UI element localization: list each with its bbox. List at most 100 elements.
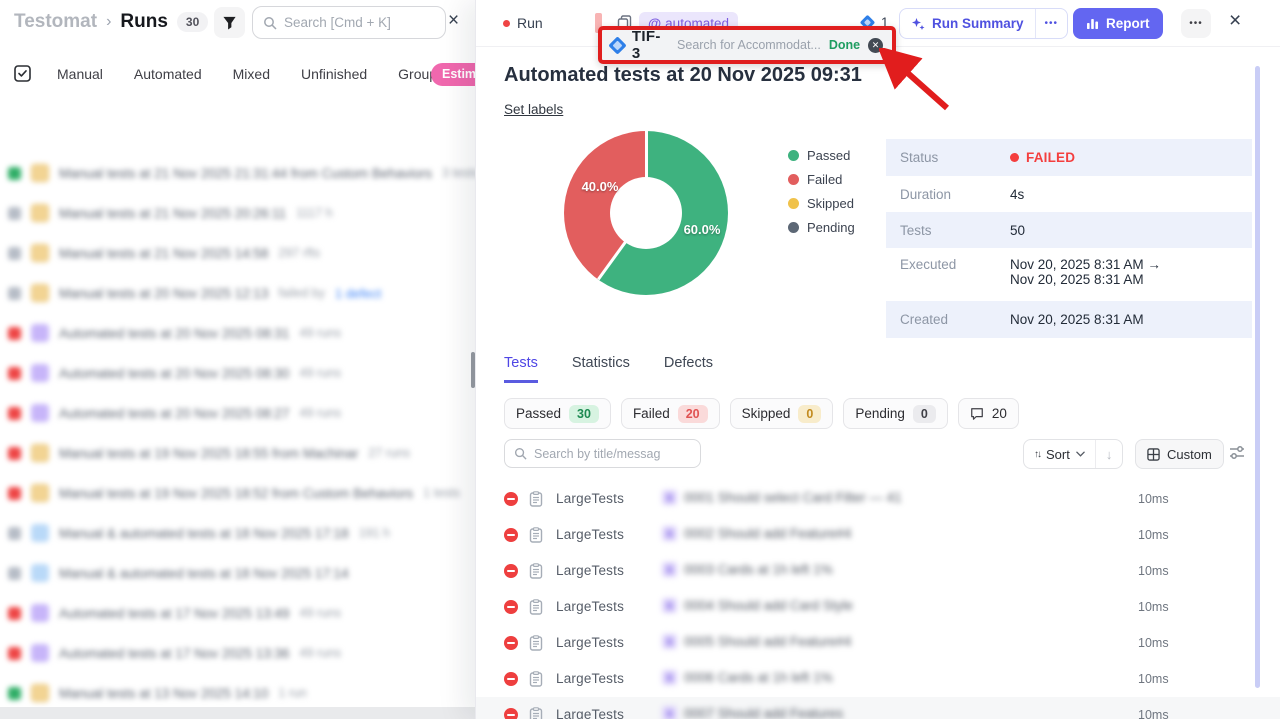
run-list-item[interactable]: Manual & automated tests at 18 Nov 2025 …: [0, 513, 520, 553]
test-row[interactable]: LargeTests S0002 Should add Feature#4 10…: [476, 517, 1280, 553]
sort-descending-button[interactable]: ↓: [1096, 447, 1123, 462]
test-row[interactable]: LargeTests S0005 Should add Feature#4 10…: [476, 625, 1280, 661]
run-status-icon: [8, 447, 21, 460]
custom-view-button[interactable]: Custom: [1135, 439, 1224, 469]
run-type-icon: [31, 444, 49, 462]
select-all-icon[interactable]: [14, 65, 31, 87]
run-status-icon: [8, 487, 21, 500]
failed-icon: [504, 600, 518, 614]
run-list-item[interactable]: Automated tests at 20 Nov 2025 08:2749 r…: [0, 393, 520, 433]
breadcrumb-section[interactable]: Runs: [120, 11, 168, 33]
tab-manual[interactable]: Manual: [57, 66, 103, 82]
run-list-item[interactable]: Manual tests at 19 Nov 2025 18:52 from C…: [0, 473, 520, 513]
failed-slice-label: 40.0%: [576, 179, 624, 194]
issue-title: Search for Accommodat...: [677, 38, 821, 52]
search-close-icon[interactable]: ×: [448, 11, 459, 30]
filter-button[interactable]: [214, 7, 245, 38]
test-row[interactable]: LargeTests S0007 Should add Features 10m…: [476, 697, 1280, 719]
run-list-item[interactable]: Manual & automated tests at 18 Nov 2025 …: [0, 553, 520, 593]
grid-icon: [1147, 448, 1160, 461]
app-logo-text[interactable]: Testomat: [14, 11, 97, 33]
run-list-item[interactable]: Manual tests at 21 Nov 2025 20:26:111117…: [0, 193, 520, 233]
run-status-icon: [8, 207, 21, 220]
test-tag-icon: S: [662, 598, 677, 613]
test-tag-icon: S: [662, 670, 677, 685]
clipboard-icon: [529, 707, 543, 719]
tests-search[interactable]: [504, 439, 701, 468]
run-item-title: Manual tests at 20 Nov 2025 12:13: [59, 286, 268, 301]
bar-chart-icon: [1086, 17, 1099, 30]
left-list-scrollbar-thumb[interactable]: [471, 352, 475, 388]
report-button[interactable]: Report: [1073, 8, 1163, 39]
test-suite: LargeTests: [556, 707, 624, 719]
chip-comments[interactable]: 20: [958, 398, 1019, 429]
issue-status: Done: [829, 38, 860, 52]
run-item-meta: 1 tests: [423, 486, 460, 500]
run-item-meta: 1117 h: [296, 206, 332, 220]
test-row[interactable]: LargeTests S0006 Cards at 1h left 1% 10m…: [476, 661, 1280, 697]
status-filter-chips: Passed30 Failed20 Skipped0 Pending0 20: [504, 398, 1019, 429]
run-list-item[interactable]: Automated tests at 17 Nov 2025 13:3649 r…: [0, 633, 520, 673]
chip-skipped[interactable]: Skipped0: [730, 398, 834, 429]
run-list-item[interactable]: Manual tests at 20 Nov 2025 12:13failed …: [0, 273, 520, 313]
run-item-meta: 27 runs: [368, 446, 410, 460]
run-list-item[interactable]: Manual tests at 21 Nov 2025 14:58297 rft…: [0, 233, 520, 273]
run-list-item[interactable]: Automated tests at 20 Nov 2025 08:3149 r…: [0, 313, 520, 353]
run-item-title: Automated tests at 20 Nov 2025 08:27: [59, 406, 289, 421]
run-status-icon: [8, 527, 21, 540]
failed-icon: [504, 708, 518, 719]
run-defect-link[interactable]: 1 defect: [335, 286, 381, 301]
run-status-icon: [8, 407, 21, 420]
info-row-executed: Executed Nov 20, 2025 8:31 AM →Nov 20, 2…: [886, 248, 1252, 301]
test-title: 0001 Should select Card Filter — 41: [684, 490, 902, 505]
chip-label: Skipped: [742, 406, 791, 421]
test-row[interactable]: LargeTests S0001 Should select Card Filt…: [476, 481, 1280, 517]
global-search[interactable]: [252, 6, 446, 39]
run-detail-title: Automated tests at 20 Nov 2025 09:31: [504, 64, 862, 87]
panel-more-button[interactable]: •••: [1181, 9, 1211, 38]
run-item-title: Automated tests at 17 Nov 2025 13:49: [59, 606, 289, 621]
run-summary-button[interactable]: Run Summary •••: [899, 8, 1068, 39]
run-list-item[interactable]: Manual tests at 21 Nov 2025 21:31:44 fro…: [0, 153, 520, 193]
test-suite: LargeTests: [556, 599, 624, 614]
set-labels-link[interactable]: Set labels: [504, 102, 563, 117]
clipboard-icon: [529, 491, 543, 512]
test-tag-icon: S: [662, 526, 677, 541]
issue-key[interactable]: TIF-3: [632, 28, 669, 62]
info-label: Duration: [900, 187, 1010, 202]
tab-tests[interactable]: Tests: [504, 355, 538, 383]
info-row-tests: Tests 50: [886, 212, 1252, 248]
horizontal-scrollbar-track[interactable]: [0, 707, 477, 719]
breadcrumb-separator: ›: [106, 13, 111, 31]
tab-defects[interactable]: Defects: [664, 355, 713, 383]
tab-statistics[interactable]: Statistics: [572, 355, 630, 383]
chip-passed[interactable]: Passed30: [504, 398, 611, 429]
legend-item-pending: Pending: [788, 220, 855, 235]
run-summary-more-button[interactable]: •••: [1036, 18, 1068, 29]
info-value: 50: [1010, 223, 1025, 238]
tab-mixed[interactable]: Mixed: [233, 66, 270, 82]
run-list-item[interactable]: Manual tests at 19 Nov 2025 18:55 from M…: [0, 433, 520, 473]
tab-unfinished[interactable]: Unfinished: [301, 66, 367, 82]
info-row-status: Status FAILED: [886, 139, 1252, 176]
chip-failed[interactable]: Failed20: [621, 398, 720, 429]
run-list-item[interactable]: Automated tests at 20 Nov 2025 08:3049 r…: [0, 353, 520, 393]
tests-search-input[interactable]: [534, 447, 684, 461]
executed-to: Nov 20, 2025 8:31 AM: [1010, 272, 1161, 287]
sort-control[interactable]: ↑↓ Sort ↓: [1023, 439, 1123, 469]
display-settings-icon[interactable]: [1229, 445, 1246, 465]
chip-pending[interactable]: Pending0: [843, 398, 948, 429]
detail-scrollbar-thumb[interactable]: [1255, 66, 1260, 688]
chevron-down-icon: [1076, 451, 1085, 457]
panel-close-icon[interactable]: ×: [1229, 10, 1241, 31]
tab-automated[interactable]: Automated: [134, 66, 202, 82]
run-list-item[interactable]: Automated tests at 17 Nov 2025 13:4949 r…: [0, 593, 520, 633]
search-input[interactable]: [284, 15, 424, 30]
clipboard-icon: [529, 599, 543, 620]
test-row[interactable]: LargeTests S0004 Should add Card Style 1…: [476, 589, 1280, 625]
failed-status-dot: [1010, 153, 1019, 162]
test-tag-icon: S: [662, 706, 677, 719]
failed-icon: [504, 636, 518, 650]
skipped-dot-icon: [788, 198, 799, 209]
test-row[interactable]: LargeTests S0003 Cards at 1h left 1% 10m…: [476, 553, 1280, 589]
